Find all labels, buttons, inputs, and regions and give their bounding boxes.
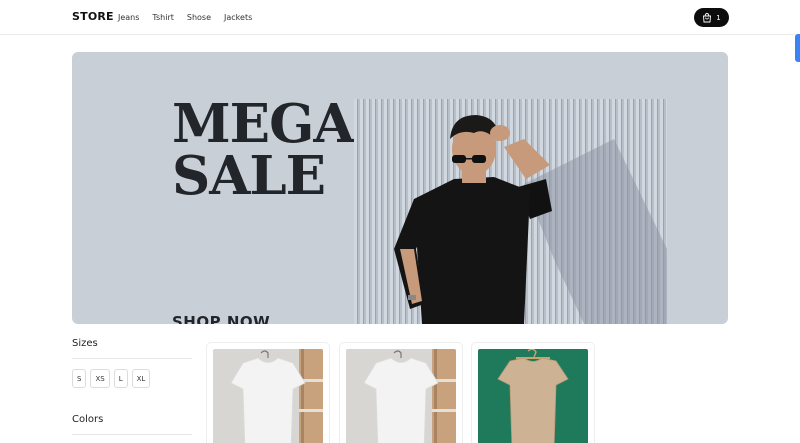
cart-count: 1 [716,13,721,22]
navbar: STORE Jeans Tshirt Shose Jackets 1 [0,0,800,35]
filters-panel: Sizes S XS L XL Colors [72,338,192,435]
product-card[interactable] [339,342,463,443]
product-card[interactable] [471,342,595,443]
cart-button[interactable]: 1 [694,8,729,27]
hero-banner[interactable]: MEGA SALE SHOP NOW [72,52,728,324]
hero-model-photo [354,99,667,324]
nav-link-tshirt[interactable]: Tshirt [152,13,173,22]
colors-filter: Colors [72,414,192,435]
size-option-xs[interactable]: XS [90,369,110,388]
size-options: S XS L XL [72,369,192,388]
shop-now-button[interactable]: SHOP NOW [172,313,270,324]
hero-title: MEGA SALE [172,93,354,207]
nav-link-shoes[interactable]: Shose [187,13,211,22]
product-image-beige-tshirt [478,349,588,443]
nav-link-jackets[interactable]: Jackets [224,13,252,22]
product-card[interactable] [206,342,330,443]
shopping-bag-icon [703,12,712,22]
sizes-heading: Sizes [72,338,98,349]
filter-divider [72,434,192,435]
size-option-l[interactable]: L [113,369,128,388]
filter-divider [72,358,192,359]
colors-heading: Colors [72,414,104,425]
size-option-s[interactable]: S [72,369,87,388]
product-image-white-tshirt [213,349,323,443]
nav-links: Jeans Tshirt Shose Jackets [118,13,252,22]
nav-link-jeans[interactable]: Jeans [118,13,139,22]
store-logo[interactable]: STORE [72,10,114,23]
product-image-white-tshirt [346,349,456,443]
size-option-xl[interactable]: XL [131,369,151,388]
side-panel-handle[interactable] [795,34,800,62]
